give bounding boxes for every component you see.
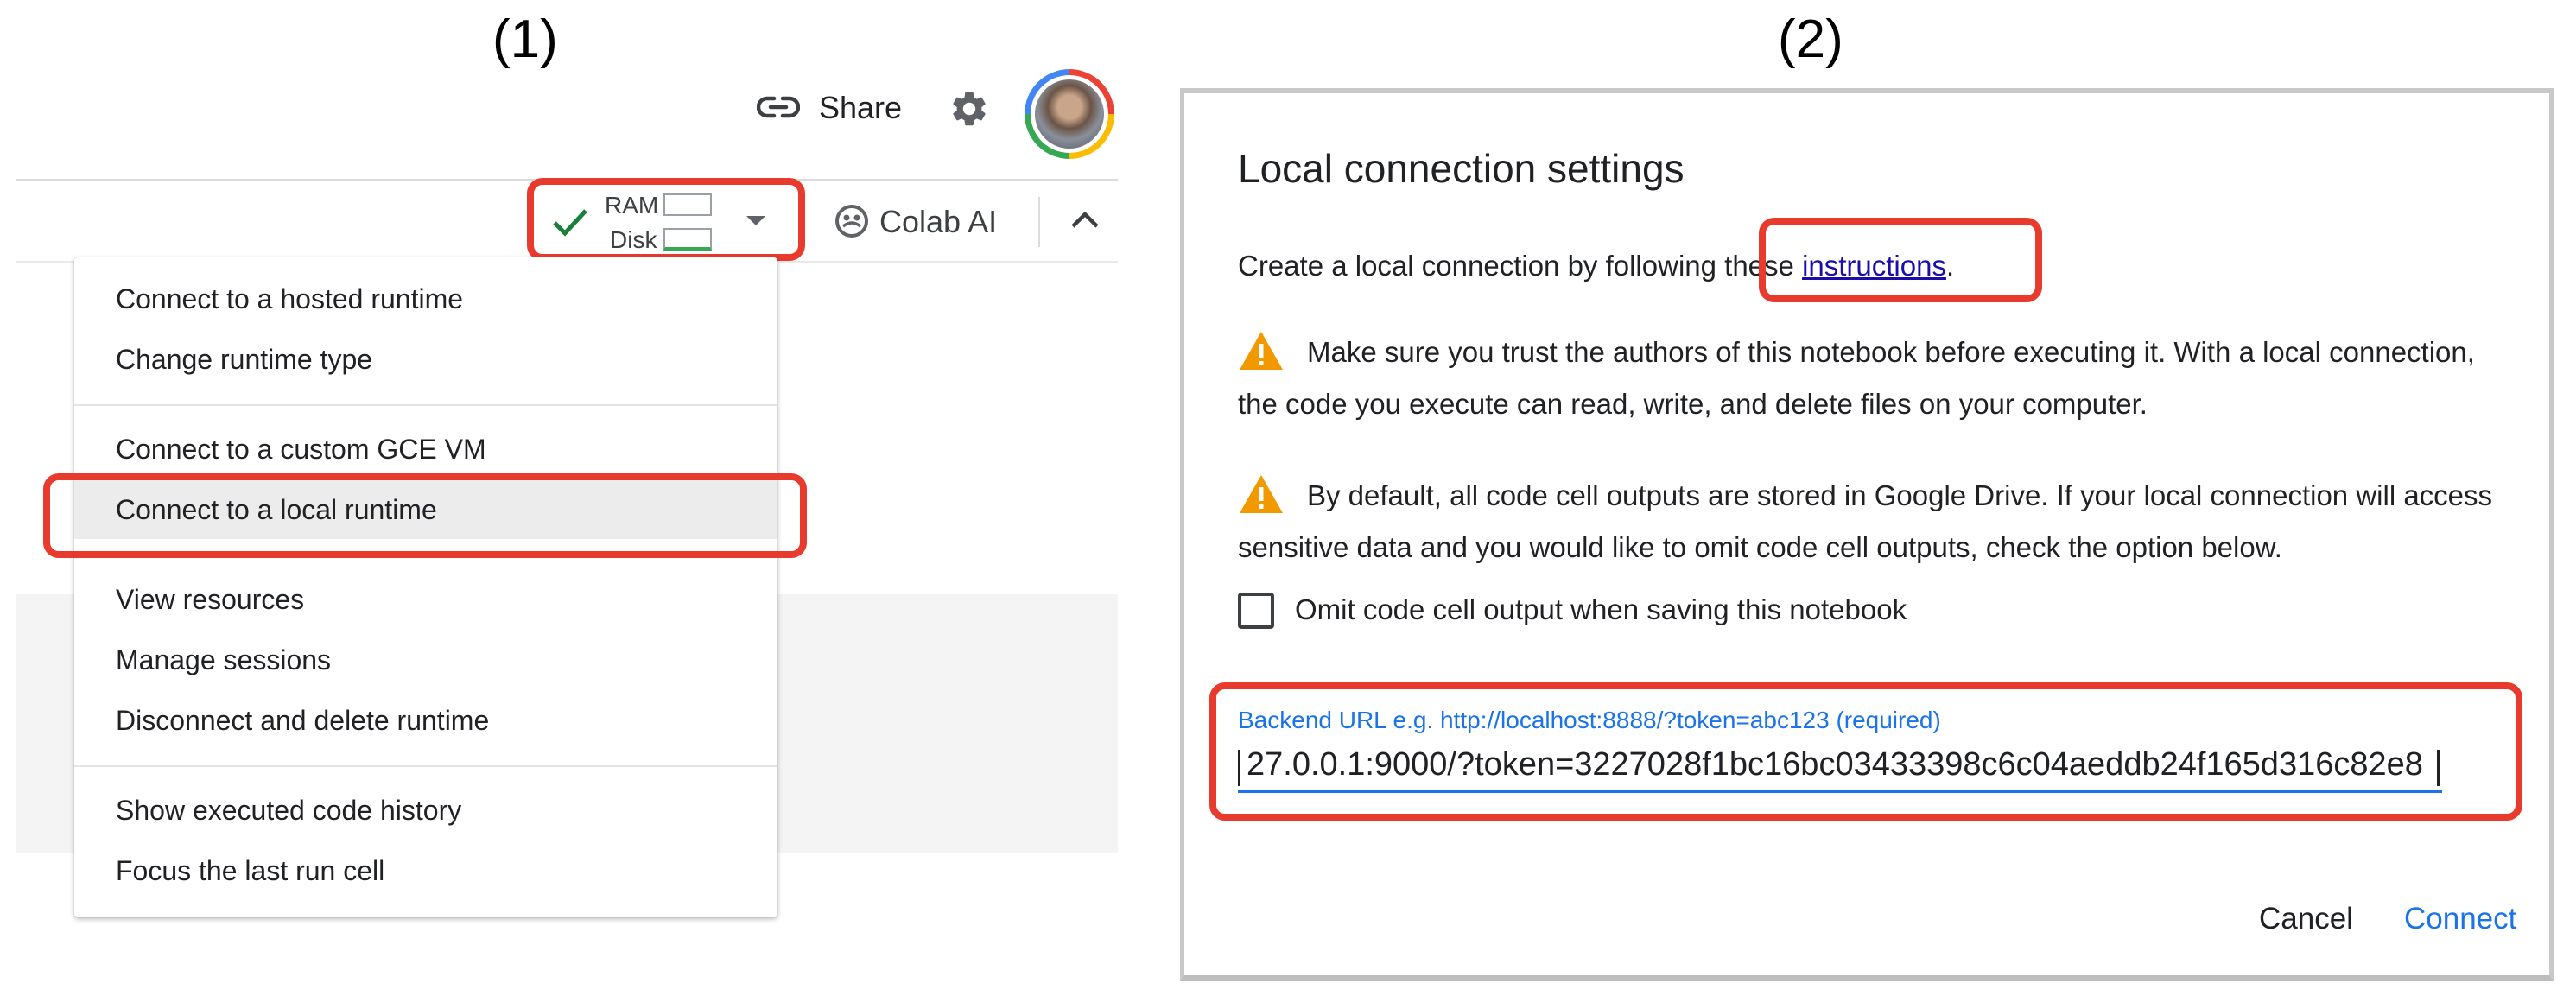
toolbar-separator bbox=[1038, 197, 1040, 247]
share-label: Share bbox=[819, 90, 903, 125]
colab-ai-icon bbox=[835, 205, 868, 238]
instructions-link[interactable]: instructions bbox=[1802, 250, 1946, 282]
connect-button[interactable]: Connect bbox=[2404, 902, 2516, 936]
menu-item-focus-last-cell[interactable]: Focus the last run cell bbox=[74, 841, 777, 900]
menu-item-manage-sessions[interactable]: Manage sessions bbox=[74, 631, 777, 689]
toolbar-divider bbox=[16, 179, 1118, 181]
text-caret-end bbox=[2437, 750, 2440, 786]
backend-url-label: Backend URL e.g. http://localhost:8888/?… bbox=[1238, 707, 1941, 733]
panel-label-1: (1) bbox=[492, 10, 558, 69]
menu-item-change-runtime-type[interactable]: Change runtime type bbox=[74, 330, 777, 389]
menu-divider bbox=[74, 765, 777, 767]
avatar-photo bbox=[1035, 79, 1104, 149]
cancel-button[interactable]: Cancel bbox=[2259, 902, 2353, 936]
local-connection-dialog: Local connection settings Create a local… bbox=[1180, 88, 2554, 981]
omit-output-label: Omit code cell output when saving this n… bbox=[1295, 593, 1907, 625]
dialog-title: Local connection settings bbox=[1238, 146, 1685, 191]
ram-meter bbox=[663, 193, 712, 216]
chevron-up-icon[interactable] bbox=[1069, 209, 1101, 230]
disk-label: Disk bbox=[610, 226, 657, 253]
disk-meter bbox=[663, 228, 712, 250]
colab-ai-label: Colab AI bbox=[879, 204, 998, 239]
backend-url-input[interactable]: 27.0.0.1:9000/?token=3227028f1bc16bc0343… bbox=[1247, 746, 2435, 783]
menu-item-connect-gce-vm[interactable]: Connect to a custom GCE VM bbox=[74, 420, 777, 479]
menu-item-code-history[interactable]: Show executed code history bbox=[74, 781, 777, 840]
menu-divider bbox=[74, 555, 777, 556]
runtime-menu: Connect to a hosted runtime Change runti… bbox=[74, 257, 777, 917]
warning-text-2: By default, all code cell outputs are st… bbox=[1238, 479, 2493, 563]
warning-text-1: Make sure you trust the authors of this … bbox=[1238, 336, 2475, 420]
dropdown-arrow-icon[interactable] bbox=[745, 214, 767, 228]
backend-url-underline bbox=[1238, 790, 2442, 793]
ram-label: RAM bbox=[605, 192, 659, 219]
avatar[interactable] bbox=[1025, 69, 1114, 159]
menu-item-connect-hosted[interactable]: Connect to a hosted runtime bbox=[74, 270, 777, 328]
menu-item-view-resources[interactable]: View resources bbox=[74, 570, 777, 629]
link-icon bbox=[757, 96, 800, 118]
panel-label-2: (2) bbox=[1778, 10, 1843, 69]
omit-output-checkbox[interactable] bbox=[1238, 593, 1274, 629]
menu-divider bbox=[74, 404, 777, 406]
intro-prefix: Create a local connection by following t… bbox=[1238, 250, 1803, 282]
intro-suffix: . bbox=[1945, 250, 1955, 282]
runtime-status-button[interactable]: RAM Disk bbox=[544, 181, 795, 261]
gear-icon[interactable] bbox=[949, 88, 990, 130]
menu-item-connect-local[interactable]: Connect to a local runtime bbox=[74, 480, 777, 539]
text-caret bbox=[1238, 750, 1240, 786]
checkmark-icon bbox=[553, 209, 587, 237]
menu-item-disconnect-delete[interactable]: Disconnect and delete runtime bbox=[74, 691, 777, 750]
intro-text: Create a local connection by following t… bbox=[1238, 240, 1954, 292]
